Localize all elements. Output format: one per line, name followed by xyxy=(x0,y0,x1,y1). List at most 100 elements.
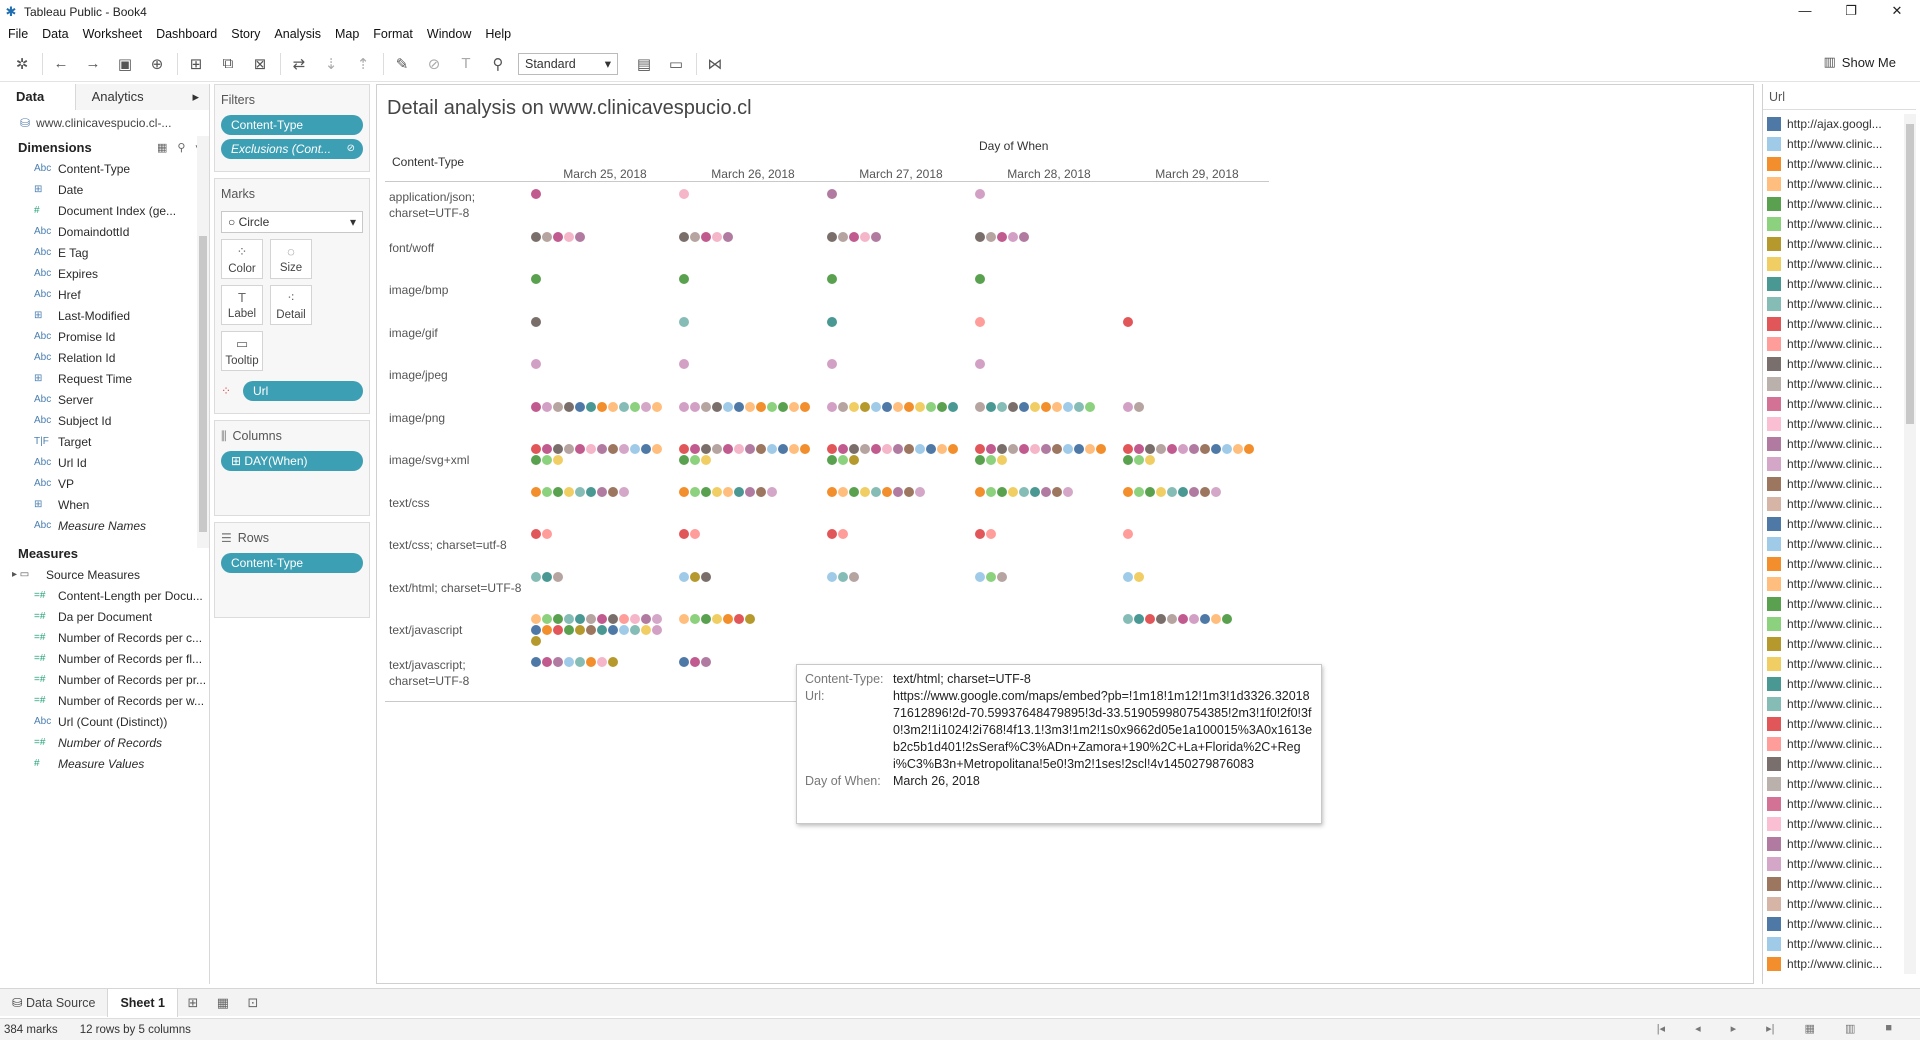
mark-circle[interactable] xyxy=(690,571,700,582)
mark-circle[interactable] xyxy=(838,401,848,412)
field-item[interactable]: Abc Server xyxy=(0,389,209,410)
mark-circle[interactable] xyxy=(882,401,892,412)
mark-circle[interactable] xyxy=(1123,401,1133,412)
mark-circle[interactable] xyxy=(1123,455,1133,465)
mark-circle[interactable] xyxy=(767,444,777,454)
mark-circle[interactable] xyxy=(542,401,552,412)
mark-circle[interactable] xyxy=(542,455,552,465)
mark-circle[interactable] xyxy=(1074,401,1084,412)
filter-pill-exclusions[interactable]: Exclusions (Cont... ⊘ xyxy=(221,139,363,159)
mark-circle[interactable] xyxy=(630,444,640,454)
mark-circle[interactable] xyxy=(937,401,947,412)
mark-circle[interactable] xyxy=(975,231,985,242)
mark-circle[interactable] xyxy=(630,625,640,635)
legend-item[interactable]: http://www.clinic... xyxy=(1763,554,1901,574)
legend-item[interactable]: http://ajax.googl... xyxy=(1763,114,1901,134)
legend-item[interactable]: http://www.clinic... xyxy=(1763,714,1901,734)
field-item[interactable]: =# Number of Records xyxy=(0,732,209,753)
show-labels-icon[interactable]: T xyxy=(454,52,478,76)
mark-circle[interactable] xyxy=(553,486,563,497)
legend-item[interactable]: http://www.clinic... xyxy=(1763,134,1901,154)
mark-circle[interactable] xyxy=(827,359,837,369)
mark-circle[interactable] xyxy=(838,529,848,539)
menu-worksheet[interactable]: Worksheet xyxy=(83,27,143,41)
legend-item[interactable]: http://www.clinic... xyxy=(1763,594,1901,614)
tab-data[interactable]: Data xyxy=(0,84,76,110)
menu-map[interactable]: Map xyxy=(335,27,359,41)
mark-circle[interactable] xyxy=(564,614,574,624)
filmstrip-icon[interactable]: ▥ xyxy=(1845,1022,1855,1035)
legend-item[interactable]: http://www.clinic... xyxy=(1763,674,1901,694)
mark-circle[interactable] xyxy=(586,444,596,454)
legend-item[interactable]: http://www.clinic... xyxy=(1763,574,1901,594)
menu-data[interactable]: Data xyxy=(42,27,68,41)
field-item[interactable]: =# Number of Records per c... xyxy=(0,627,209,648)
group-members-icon[interactable]: ⊘ xyxy=(422,52,446,76)
legend-item[interactable]: http://www.clinic... xyxy=(1763,894,1901,914)
new-worksheet-icon[interactable]: ⊞ xyxy=(184,52,208,76)
mark-circle[interactable] xyxy=(849,571,859,582)
mark-circle[interactable] xyxy=(531,636,541,646)
field-item[interactable]: =# Content-Length per Docu... xyxy=(0,585,209,606)
mark-circle[interactable] xyxy=(1211,614,1221,624)
mark-circle[interactable] xyxy=(849,444,859,454)
prev-sheet-icon[interactable]: ◂ xyxy=(1695,1022,1701,1035)
mark-circle[interactable] xyxy=(712,401,722,412)
mark-circle[interactable] xyxy=(652,401,662,412)
field-item[interactable]: Abc Content-Type xyxy=(0,158,209,179)
mark-circle[interactable] xyxy=(1052,444,1062,454)
mark-circle[interactable] xyxy=(1167,486,1177,497)
mark-circle[interactable] xyxy=(975,486,985,497)
mark-circle[interactable] xyxy=(1008,231,1018,242)
label-button[interactable]: T Label xyxy=(221,285,263,325)
mark-circle[interactable] xyxy=(827,274,837,284)
pin-axes-icon[interactable]: ⚲ xyxy=(486,52,510,76)
field-item[interactable]: =# Number of Records per pr... xyxy=(0,669,209,690)
last-sheet-icon[interactable]: ▸| xyxy=(1766,1022,1774,1035)
mark-circle[interactable] xyxy=(1008,486,1018,497)
dimensions-scrollbar[interactable] xyxy=(197,136,209,548)
mark-circle[interactable] xyxy=(1052,401,1062,412)
mark-circle[interactable] xyxy=(679,231,689,242)
mark-circle[interactable] xyxy=(915,401,925,412)
mark-circle[interactable] xyxy=(756,486,766,497)
mark-circle[interactable] xyxy=(975,189,985,199)
legend-item[interactable]: http://www.clinic... xyxy=(1763,754,1901,774)
mark-circle[interactable] xyxy=(1211,486,1221,497)
mark-circle[interactable] xyxy=(1178,486,1188,497)
mark-circle[interactable] xyxy=(1222,614,1232,624)
maximize-button[interactable]: ❐ xyxy=(1828,0,1874,22)
mark-circle[interactable] xyxy=(1134,444,1144,454)
mark-circle[interactable] xyxy=(975,444,985,454)
legend-item[interactable]: http://www.clinic... xyxy=(1763,254,1901,274)
field-item[interactable]: ⊞ Request Time xyxy=(0,368,209,389)
save-icon[interactable]: ▣ xyxy=(113,52,137,76)
mark-circle[interactable] xyxy=(723,444,733,454)
mark-circle[interactable] xyxy=(860,231,870,242)
legend-item[interactable]: http://www.clinic... xyxy=(1763,794,1901,814)
legend-item[interactable]: http://www.clinic... xyxy=(1763,194,1901,214)
mark-circle[interactable] xyxy=(1244,444,1254,454)
mark-circle[interactable] xyxy=(800,444,810,454)
mark-circle[interactable] xyxy=(756,401,766,412)
mark-circle[interactable] xyxy=(1085,401,1095,412)
mark-circle[interactable] xyxy=(926,401,936,412)
legend-item[interactable]: http://www.clinic... xyxy=(1763,834,1901,854)
mark-circle[interactable] xyxy=(986,455,996,465)
mark-circle[interactable] xyxy=(712,486,722,497)
mark-circle[interactable] xyxy=(575,614,585,624)
swap-rows-columns-icon[interactable]: ⇄ xyxy=(287,52,311,76)
mark-circle[interactable] xyxy=(619,614,629,624)
mark-circle[interactable] xyxy=(1052,486,1062,497)
new-worksheet-icon[interactable]: ⊞ xyxy=(178,995,208,1011)
mark-circle[interactable] xyxy=(531,359,541,369)
mark-circle[interactable] xyxy=(1156,444,1166,454)
mark-circle[interactable] xyxy=(871,444,881,454)
mark-circle[interactable] xyxy=(542,486,552,497)
mark-circle[interactable] xyxy=(849,455,859,465)
sort-ascending-icon[interactable]: ⇣ xyxy=(319,52,343,76)
legend-item[interactable]: http://www.clinic... xyxy=(1763,654,1901,674)
mark-circle[interactable] xyxy=(838,455,848,465)
legend-item[interactable]: http://www.clinic... xyxy=(1763,474,1901,494)
mark-circle[interactable] xyxy=(915,486,925,497)
